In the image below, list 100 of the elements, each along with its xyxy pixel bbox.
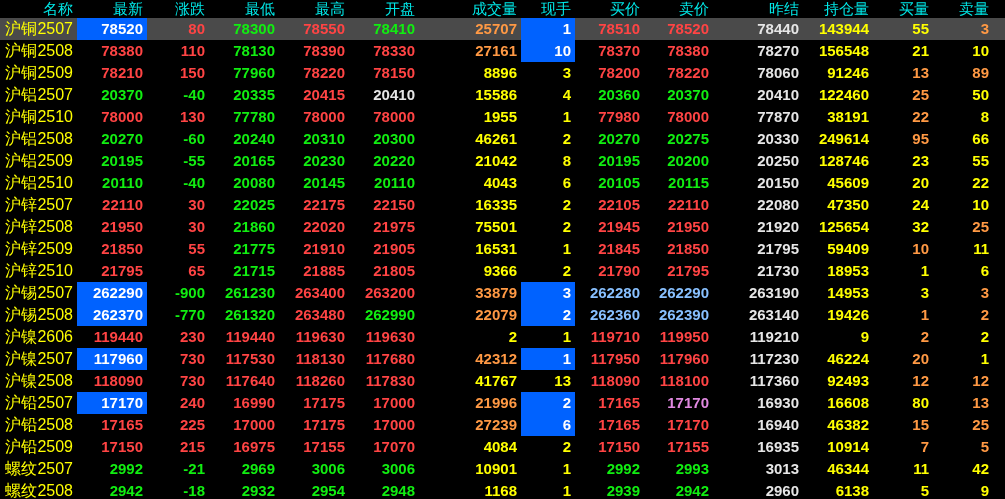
column-header[interactable]: 买量 xyxy=(899,0,929,18)
table-cell-text: 20220 xyxy=(373,151,416,171)
table-cell-text: 2 xyxy=(562,437,572,457)
table-cell-text: 117230 xyxy=(749,349,800,369)
column-header[interactable]: 最高 xyxy=(315,0,345,18)
column-header[interactable]: 卖量 xyxy=(959,0,989,18)
table-cell-text: 20330 xyxy=(757,129,800,149)
column-header[interactable]: 现手 xyxy=(541,0,571,18)
table-cell-text: 21775 xyxy=(233,239,276,259)
table-cell-text: 117360 xyxy=(749,371,800,391)
table-cell-text: 16940 xyxy=(757,415,800,435)
table-cell-text: 225 xyxy=(179,415,206,435)
table-cell-text: 78410 xyxy=(373,19,416,39)
column-header[interactable]: 最低 xyxy=(245,0,275,18)
contract-name: 螺纹2508 xyxy=(5,481,73,499)
table-cell-text: 21910 xyxy=(303,239,346,259)
table-cell-text: 20335 xyxy=(233,85,276,105)
table-cell-text: 20195 xyxy=(101,151,144,171)
table-cell-text: 17070 xyxy=(373,437,416,457)
table-cell-text: 20115 xyxy=(668,173,710,193)
table-cell-text: 2954 xyxy=(311,481,346,499)
table-cell-text: 2932 xyxy=(241,481,276,499)
table-cell-text: 20110 xyxy=(102,173,144,193)
column-header[interactable]: 卖价 xyxy=(679,0,709,18)
table-cell-text: 24 xyxy=(912,195,930,215)
table-cell-text: 2 xyxy=(508,327,518,347)
column-header[interactable]: 名称 xyxy=(43,0,73,18)
contract-name: 沪锌2510 xyxy=(5,261,73,281)
table-cell-text: 78510 xyxy=(598,19,641,39)
table-cell-text: 2 xyxy=(920,327,930,347)
table-cell-text: 65 xyxy=(188,261,206,281)
table-cell-text: 4 xyxy=(562,85,572,105)
table-cell-text: 10 xyxy=(972,41,990,61)
table-cell-text: 16990 xyxy=(233,393,276,413)
table-cell-text: 262390 xyxy=(658,305,710,325)
table-cell-text: 19426 xyxy=(827,305,870,325)
table-cell-text: 6138 xyxy=(835,481,870,499)
table-cell-text: 78000 xyxy=(667,107,710,127)
contract-name: 沪镍2507 xyxy=(5,349,73,369)
table-cell-text: 130 xyxy=(179,107,206,127)
table-cell-text: 21850 xyxy=(101,239,144,259)
table-cell-text: 21975 xyxy=(373,217,416,237)
table-cell: 1 xyxy=(521,18,575,40)
table-cell-text: 262290 xyxy=(658,283,710,303)
column-header[interactable]: 最新 xyxy=(113,0,143,18)
contract-name: 沪锌2509 xyxy=(5,239,73,259)
table-cell-text: 20080 xyxy=(233,173,276,193)
table-cell-text: 110 xyxy=(180,41,206,61)
table-cell-text: 21945 xyxy=(598,217,641,237)
table-cell-text: 2942 xyxy=(109,481,144,499)
table-cell-text: 263200 xyxy=(364,283,416,303)
column-header[interactable]: 买价 xyxy=(610,0,640,18)
contract-name: 沪锌2507 xyxy=(5,195,73,215)
table-cell-text: 2 xyxy=(562,129,572,149)
table-cell-text: 143944 xyxy=(818,19,870,39)
table-cell-text: 17000 xyxy=(373,415,416,435)
table-cell: 2 xyxy=(521,304,575,326)
table-cell-text: 6 xyxy=(562,173,572,193)
table-cell-text: 22 xyxy=(972,173,990,193)
table-cell-text: 46344 xyxy=(827,459,870,479)
table-cell-text: 22079 xyxy=(475,305,518,325)
table-cell-text: 77870 xyxy=(757,107,800,127)
contract-name: 沪锡2507 xyxy=(5,283,73,303)
column-header[interactable]: 涨跌 xyxy=(175,0,205,18)
table-cell-text: 78000 xyxy=(303,107,346,127)
table-cell-text: 249614 xyxy=(818,129,870,149)
table-cell-text: 38191 xyxy=(827,107,870,127)
table-cell-text: 7 xyxy=(920,437,930,457)
table-cell-text: 117830 xyxy=(365,371,416,391)
table-cell-text: 21905 xyxy=(373,239,416,259)
table-cell-text: 6 xyxy=(980,261,990,281)
column-header[interactable]: 持仓量 xyxy=(824,0,869,18)
table-cell-text: 16531 xyxy=(475,239,518,259)
table-cell-text: 118090 xyxy=(93,371,144,391)
table-cell-text: 9366 xyxy=(483,261,518,281)
table-cell-text: 730 xyxy=(179,371,206,391)
column-header[interactable]: 成交量 xyxy=(472,0,517,18)
table-cell-text: 20410 xyxy=(757,85,800,105)
table-cell-text: 21805 xyxy=(373,261,416,281)
table-cell-text: 46261 xyxy=(475,129,518,149)
contract-name: 沪镍2606 xyxy=(5,327,73,347)
table-cell-text: 77960 xyxy=(233,63,276,83)
table-cell-text: 2 xyxy=(562,195,572,215)
table-cell-text: 261320 xyxy=(224,305,276,325)
table-cell-text: 1168 xyxy=(484,481,518,499)
table-cell-text: 13 xyxy=(972,393,990,413)
table-row[interactable]: 沪铜2507 78520 80 78300 78550 78410 25707 1 78510 78520 78440 143944 55 3 xyxy=(0,18,1005,40)
table-cell-text: 42 xyxy=(972,459,990,479)
table-cell-text: 20360 xyxy=(598,85,641,105)
column-header[interactable]: 开盘 xyxy=(385,0,415,18)
table-cell-text: 122460 xyxy=(818,85,870,105)
table-cell-text: 12 xyxy=(912,371,930,391)
table-cell-text: 240 xyxy=(179,393,206,413)
table-cell-text: 46382 xyxy=(827,415,870,435)
table-cell-text: 128746 xyxy=(818,151,870,171)
table-cell-text: 4084 xyxy=(483,437,518,457)
table-cell-text: 20230 xyxy=(303,151,346,171)
table-cell-text: 55 xyxy=(972,151,990,171)
column-header[interactable]: 昨结 xyxy=(769,0,799,18)
table-cell-text: 95 xyxy=(912,129,930,149)
